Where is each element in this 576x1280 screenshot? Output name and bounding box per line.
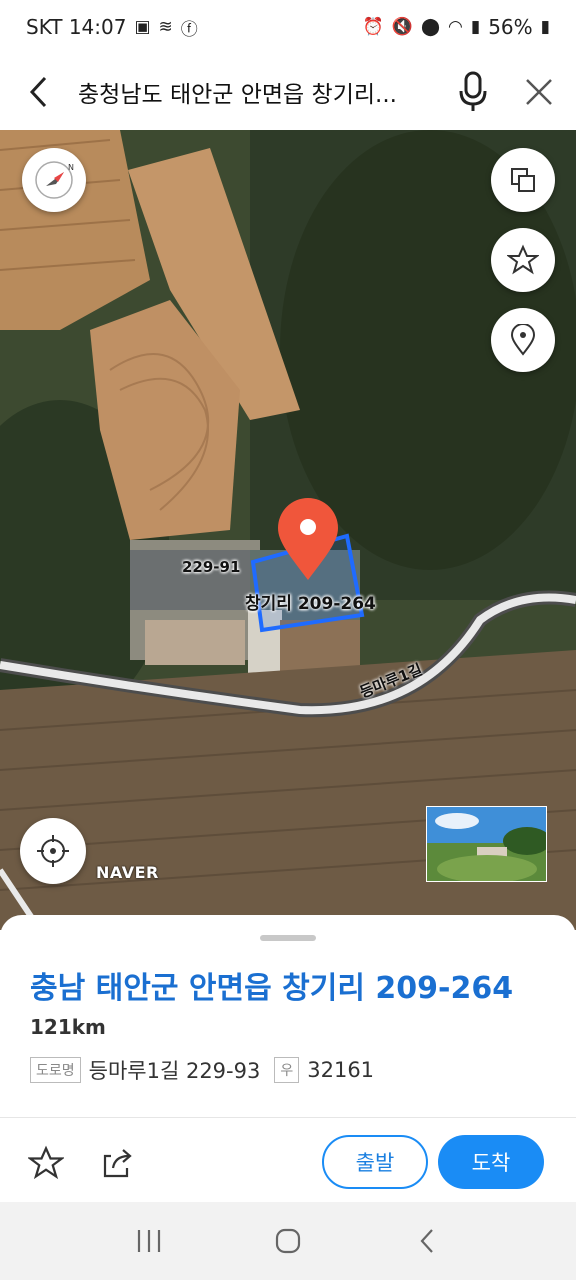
crosshair-icon	[37, 835, 69, 867]
sheet-drag-handle[interactable]	[260, 935, 316, 941]
close-icon	[526, 79, 552, 105]
back-button[interactable]	[0, 54, 78, 130]
zip-tag: 우	[274, 1057, 300, 1083]
carrier-time: SKT 14:07	[26, 15, 127, 39]
location-icon: ⬤	[420, 17, 440, 37]
voice-search-button[interactable]	[444, 54, 502, 130]
save-place-button[interactable]	[24, 1141, 68, 1185]
facebook-icon: ⓕ	[180, 19, 198, 40]
star-icon	[28, 1145, 64, 1180]
distance: 121km	[30, 1015, 106, 1039]
back-nav-button[interactable]	[397, 1211, 457, 1271]
mute-icon: 🔇	[391, 17, 413, 37]
selected-parcel-label: 창기리 209-264	[245, 594, 376, 614]
layers-button[interactable]	[491, 148, 555, 212]
home-button[interactable]	[258, 1211, 318, 1271]
share-icon	[103, 1149, 132, 1178]
road-address-row: 도로명 등마루1길 229-93 우 32161	[30, 1055, 374, 1085]
recent-apps-icon	[138, 1230, 161, 1252]
sound-wave-icon: ≋	[158, 17, 173, 37]
star-icon	[507, 244, 539, 275]
search-header: 충청남도 태안군 안면읍 창기리...	[0, 54, 576, 130]
recent-apps-button[interactable]	[119, 1211, 179, 1271]
parcel-label: 229-91	[182, 558, 241, 576]
svg-text:N: N	[68, 163, 74, 172]
battery-percent: 56%	[488, 15, 533, 39]
road-name-tag: 도로명	[30, 1057, 81, 1083]
battery-icon: ▮	[540, 17, 550, 37]
place-info-sheet: 충남 태안군 안면읍 창기리 209-264 121km 도로명 등마루1길 2…	[0, 915, 576, 1202]
naver-logo: NAVER	[96, 863, 159, 882]
microphone-icon	[459, 71, 487, 111]
place-title: 충남 태안군 안면읍 창기리 209-264	[30, 971, 514, 1006]
close-button[interactable]	[502, 54, 576, 130]
gallery-icon: ▣	[134, 17, 151, 37]
map-pin-icon[interactable]	[276, 498, 340, 582]
street-view-image	[427, 807, 546, 881]
compass-button[interactable]: N	[22, 148, 86, 212]
home-icon	[275, 1228, 301, 1254]
my-location-button[interactable]	[20, 818, 86, 884]
location-pin-icon	[510, 324, 536, 356]
compass-icon: N	[35, 161, 74, 199]
street-view-thumbnail[interactable]	[426, 806, 547, 882]
status-bar: SKT 14:07 ▣ ≋ ⓕ ⏰ 🔇 ⬤ ◠ ▮ 56% ▮	[0, 0, 576, 54]
location-pin-button[interactable]	[491, 308, 555, 372]
share-button[interactable]	[96, 1141, 140, 1185]
back-icon	[420, 1229, 433, 1253]
wifi-icon: ◠	[447, 17, 463, 37]
departure-button[interactable]: 출발	[322, 1135, 428, 1189]
road-address: 등마루1길 229-93	[88, 1059, 261, 1083]
chevron-left-icon	[29, 76, 47, 108]
layers-icon	[511, 168, 535, 192]
signal-icon: ▮	[470, 17, 481, 37]
alarm-icon: ⏰	[362, 17, 384, 37]
satellite-map[interactable]: N 229-91 창기리 209-264 등마루1길 NAVER	[0, 130, 576, 930]
search-query[interactable]: 충청남도 태안군 안면읍 창기리...	[78, 75, 444, 109]
favorite-map-button[interactable]	[491, 228, 555, 292]
system-nav-bar	[0, 1202, 576, 1280]
divider	[0, 1117, 576, 1118]
arrival-button[interactable]: 도착	[438, 1135, 544, 1189]
zip-code: 32161	[307, 1058, 375, 1082]
